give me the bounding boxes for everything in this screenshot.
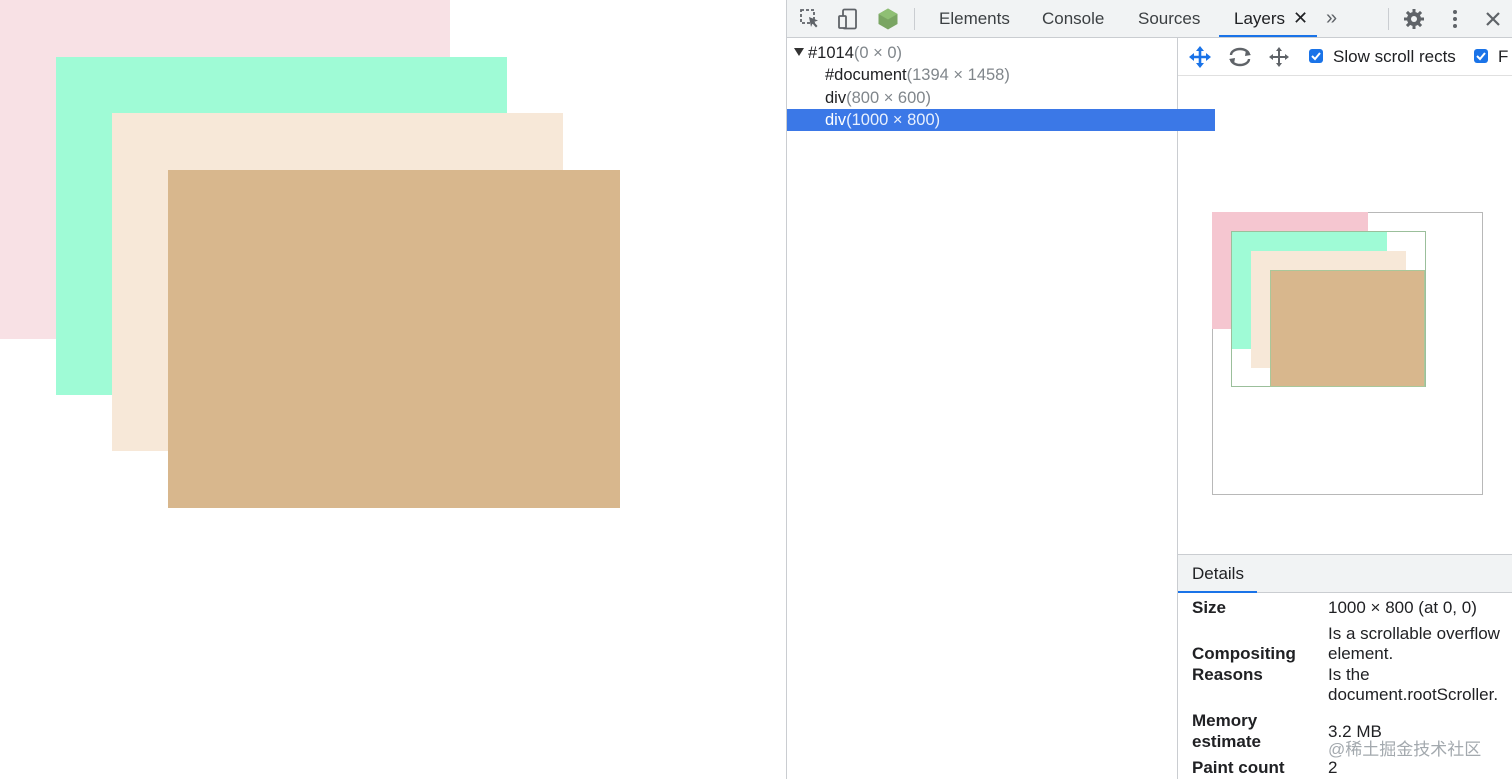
- toolbar-separator: [1388, 8, 1389, 30]
- layer-dimensions: (1394 × 1458): [906, 66, 1010, 84]
- close-tab-icon[interactable]: ✕: [1293, 0, 1308, 37]
- tree-row-selected[interactable]: div(1000 × 800): [787, 109, 1215, 131]
- watermark: @稀土掘金技术社区: [1328, 740, 1482, 759]
- devtools-toolbar: Elements Console Sources Layers ✕ »: [787, 0, 1512, 38]
- slow-scroll-label: Slow scroll rects: [1333, 47, 1456, 66]
- page-viewport: [0, 0, 786, 779]
- paint-count-value: 2: [1328, 758, 1338, 777]
- size-label: Size: [1192, 598, 1227, 617]
- compositing-label-line2: Reasons: [1192, 665, 1263, 684]
- device-toggle-icon[interactable]: [836, 7, 860, 31]
- details-tab-indicator: [1178, 591, 1257, 593]
- tan-layer-selected[interactable]: [1270, 270, 1425, 387]
- devtools-panel: Elements Console Sources Layers ✕ » #101…: [786, 0, 1512, 779]
- layer-name: #1014: [808, 44, 854, 62]
- tree-row[interactable]: #document(1394 × 1458): [787, 64, 1215, 86]
- tree-row[interactable]: #1014(0 × 0): [787, 42, 1184, 64]
- vue-devtools-icon[interactable]: [876, 7, 900, 31]
- toolbar-separator: [914, 8, 915, 30]
- paint-checkbox[interactable]: [1474, 49, 1488, 63]
- inspect-icon[interactable]: [798, 7, 822, 31]
- paint-count-label: Paint count: [1192, 758, 1285, 777]
- layer-name: div: [825, 89, 847, 107]
- reason-1-line1: Is a scrollable overflow: [1328, 624, 1500, 643]
- paint-checkbox-label: F: [1498, 47, 1509, 66]
- slow-scroll-checkbox[interactable]: [1309, 49, 1323, 63]
- compositing-label-line1: Compositing: [1192, 644, 1296, 663]
- close-icon[interactable]: [1481, 7, 1505, 31]
- tab-elements[interactable]: Elements: [939, 0, 1010, 37]
- layers-view-pane: Slow scroll rects F Details Size 1000 × …: [1178, 38, 1512, 779]
- reason-1-line2: element.: [1328, 644, 1394, 663]
- reason-2-line1: Is the: [1328, 665, 1370, 684]
- memory-label-line2: estimate: [1192, 732, 1261, 751]
- rotate-mode-icon[interactable]: [1227, 45, 1253, 69]
- tan-box: [168, 170, 620, 508]
- tab-layers[interactable]: Layers: [1234, 0, 1285, 37]
- tab-console[interactable]: Console: [1042, 0, 1104, 37]
- settings-gear-icon[interactable]: [1402, 7, 1426, 31]
- more-vertical-icon[interactable]: [1443, 7, 1467, 31]
- tab-sources[interactable]: Sources: [1138, 0, 1200, 37]
- reset-transform-icon[interactable]: [1266, 45, 1292, 69]
- memory-label-line1: Memory: [1192, 711, 1258, 730]
- layer-name: div: [825, 111, 847, 129]
- size-value: 1000 × 800 (at 0, 0): [1328, 598, 1477, 617]
- layer-dimensions: (800 × 600): [846, 89, 931, 107]
- layer-tree: #1014(0 × 0) #document(1394 × 1458) div(…: [787, 38, 1215, 779]
- reason-2-line2: document.rootScroller.: [1328, 685, 1499, 704]
- expand-arrow-icon[interactable]: [794, 48, 804, 56]
- layer-dimensions: (1000 × 800): [846, 111, 941, 129]
- pan-mode-icon[interactable]: [1187, 45, 1213, 69]
- more-tabs-icon[interactable]: »: [1326, 0, 1337, 37]
- tab-details[interactable]: Details: [1192, 555, 1244, 592]
- layers-3d-canvas[interactable]: [1178, 76, 1512, 554]
- layers-toolbar: Slow scroll rects F: [1178, 38, 1512, 76]
- layer-dimensions: (0 × 0): [853, 44, 903, 62]
- active-tab-indicator: [1219, 35, 1317, 37]
- tree-row[interactable]: div(800 × 600): [787, 87, 1215, 109]
- details-header: Details: [1178, 554, 1512, 593]
- layer-name: #document: [825, 66, 907, 84]
